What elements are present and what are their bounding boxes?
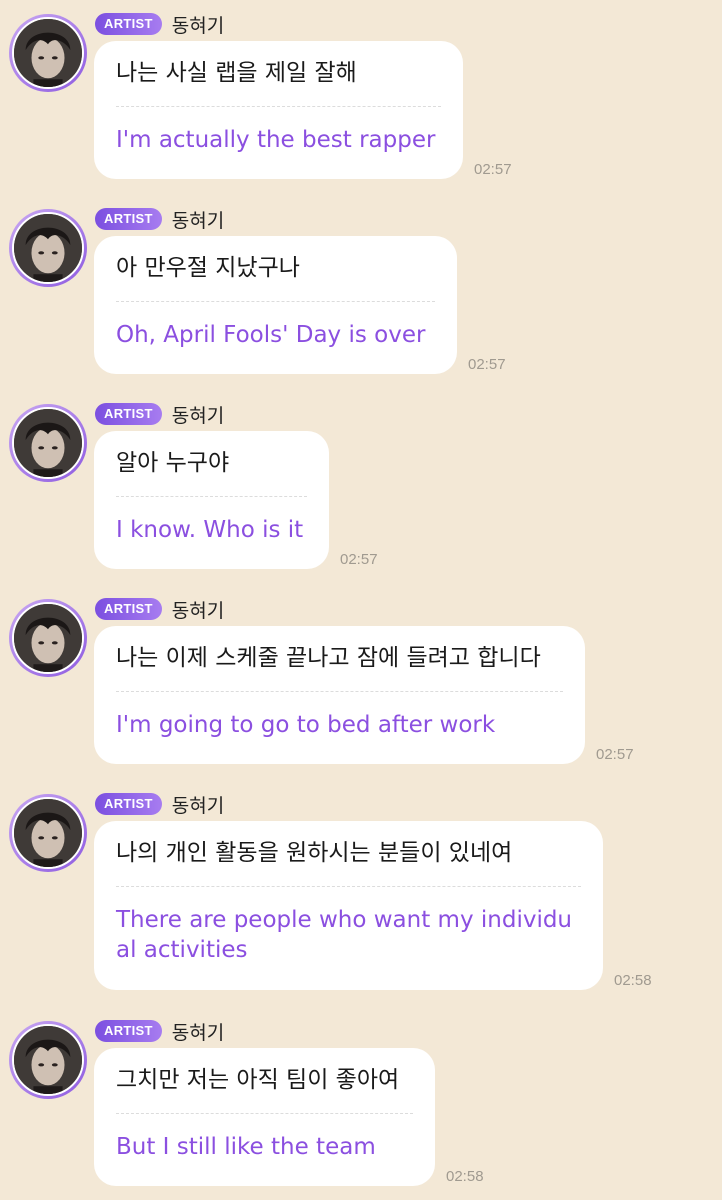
artist-badge: ARTIST (95, 208, 162, 230)
person-icon (14, 214, 82, 282)
message-bubble[interactable]: 나는 사실 랩을 제일 잘해 I'm actually the best rap… (94, 41, 463, 179)
avatar[interactable] (9, 599, 87, 677)
avatar-photo (12, 212, 84, 284)
translation-text: I'm actually the best rapper (116, 127, 436, 153)
person-icon (14, 799, 82, 867)
avatar-photo (12, 1024, 84, 1096)
message-header: ARTIST 동혀기 (95, 402, 225, 427)
message-timestamp: 02:57 (596, 746, 634, 763)
artist-badge: ARTIST (95, 793, 162, 815)
artist-badge: ARTIST (95, 1020, 162, 1042)
sender-name: 동혀기 (171, 794, 225, 817)
translation-text: There are people who want my individu al… (116, 887, 581, 981)
avatar[interactable] (9, 209, 87, 287)
avatar-photo (12, 602, 84, 674)
sender-name: 동혀기 (171, 404, 225, 427)
sender-name: 동혀기 (171, 599, 225, 622)
sender-name: 동혀기 (171, 209, 225, 232)
message-header: ARTIST 동혀기 (95, 1019, 225, 1044)
message-header: ARTIST 동혀기 (95, 207, 225, 232)
artist-badge: ARTIST (95, 13, 162, 35)
message-header: ARTIST 동혀기 (95, 792, 225, 817)
message-bubble[interactable]: 나의 개인 활동을 원하시는 분들이 있네여 There are people … (94, 821, 603, 990)
translation-text: I'm going to go to bed after work (116, 712, 496, 738)
person-icon (14, 604, 82, 672)
message-header: ARTIST 동혀기 (95, 597, 225, 622)
translation-text: Oh, April Fools' Day is over (116, 322, 426, 348)
person-icon (14, 19, 82, 87)
sender-name: 동혀기 (171, 1021, 225, 1044)
avatar-photo (12, 407, 84, 479)
message-timestamp: 02:58 (614, 972, 652, 989)
message-bubble[interactable]: 그치만 저는 아직 팀이 좋아여 But I still like the te… (94, 1048, 435, 1186)
avatar[interactable] (9, 1021, 87, 1099)
artist-badge: ARTIST (95, 403, 162, 425)
avatar[interactable] (9, 404, 87, 482)
avatar[interactable] (9, 14, 87, 92)
message-timestamp: 02:58 (446, 1168, 484, 1185)
artist-badge: ARTIST (95, 598, 162, 620)
message-text: 나의 개인 활동을 원하시는 분들이 있네여 (116, 840, 513, 866)
message-header: ARTIST 동혀기 (95, 12, 225, 37)
translation-line: There are people who want my individu (116, 907, 573, 933)
message-text: 알아 누구야 (116, 450, 230, 476)
person-icon (14, 409, 82, 477)
message-bubble[interactable]: 알아 누구야 I know. Who is it (94, 431, 329, 569)
message-text: 나는 이제 스케줄 끝나고 잠에 들려고 합니다 (116, 645, 541, 671)
message-timestamp: 02:57 (340, 551, 378, 568)
message-text: 나는 사실 랩을 제일 잘해 (116, 60, 357, 86)
message-text: 아 만우절 지났구나 (116, 255, 300, 281)
message-bubble[interactable]: 나는 이제 스케줄 끝나고 잠에 들려고 합니다 I'm going to go… (94, 626, 585, 764)
avatar[interactable] (9, 794, 87, 872)
avatar-photo (12, 797, 84, 869)
translation-line: al activities (116, 937, 248, 963)
translation-text: But I still like the team (116, 1134, 376, 1160)
avatar-photo (12, 17, 84, 89)
sender-name: 동혀기 (171, 14, 225, 37)
message-timestamp: 02:57 (468, 356, 506, 373)
translation-text: I know. Who is it (116, 517, 304, 543)
message-timestamp: 02:57 (474, 161, 512, 178)
message-bubble[interactable]: 아 만우절 지났구나 Oh, April Fools' Day is over (94, 236, 457, 374)
message-text: 그치만 저는 아직 팀이 좋아여 (116, 1067, 400, 1093)
person-icon (14, 1026, 82, 1094)
